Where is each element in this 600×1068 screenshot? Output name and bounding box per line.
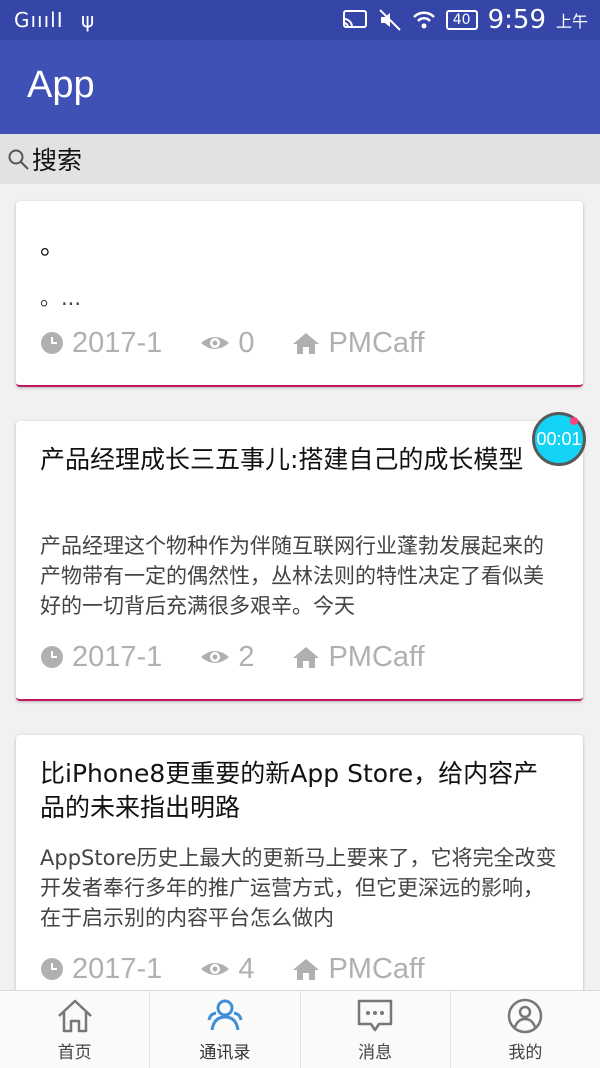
timer-indicator-dot (570, 417, 578, 425)
nav-label: 首页 (57, 1043, 92, 1063)
clock-icon (41, 958, 63, 980)
article-date: 2017-1 (72, 326, 163, 359)
article-card[interactable]: 产品经理成长三五事儿:搭建自己的成长模型 产品经理这个物种作为伴随互联网行业蓬勃… (16, 421, 583, 701)
nav-item-messages[interactable]: 消息 (299, 991, 450, 1068)
eye-icon (201, 963, 230, 975)
contacts-icon (207, 999, 243, 1031)
status-bar: GııılI ψ 40 9:59 上午 (0, 0, 600, 40)
eye-icon (201, 337, 230, 349)
article-meta: 2017-1 2 PMCaff (40, 637, 463, 677)
nav-item-contacts[interactable]: 通讯录 (149, 991, 299, 1068)
eye-icon (201, 651, 230, 663)
article-source: PMCaff (328, 952, 425, 985)
meta-source: PMCaff (292, 640, 425, 674)
nav-label: 我的 (508, 1043, 543, 1063)
usb-icon: ψ (80, 8, 96, 32)
meta-views: 2 (200, 641, 254, 674)
nav-label: 消息 (358, 1043, 393, 1063)
home-icon (293, 959, 320, 980)
nav-label: 通讯录 (199, 1043, 251, 1063)
search-bar[interactable]: 搜索 (0, 134, 600, 184)
message-icon (357, 999, 393, 1032)
home-icon (57, 999, 92, 1033)
wifi-icon (412, 11, 435, 29)
article-date: 2017-1 (72, 640, 163, 673)
cast-icon (342, 10, 367, 28)
status-right: 40 9:59 上午 (342, 4, 588, 36)
article-meta: 2017-1 0 PMCaff (40, 323, 463, 363)
bottom-navigation: 首页 通讯录 消息 我的 (0, 990, 600, 1068)
status-left: GııılI ψ (14, 8, 95, 32)
article-date: 2017-1 (72, 952, 163, 985)
clock: 9:59 (487, 5, 546, 35)
app-title: App (27, 64, 95, 106)
article-title: 比iPhone8更重要的新App Store，给内容产品的未来指出明路 (40, 759, 539, 822)
meta-views: 0 (200, 327, 254, 360)
meta-date: 2017-1 (40, 327, 162, 360)
clock-ampm: 上午 (555, 12, 588, 31)
meta-date: 2017-1 (40, 953, 162, 986)
meta-views: 4 (200, 953, 254, 986)
article-source: PMCaff (328, 326, 425, 359)
article-summary: 产品经理这个物种作为伴随互联网行业蓬勃发展起来的产物带有一定的偶然性，丛林法则的… (40, 534, 544, 618)
profile-icon (508, 998, 543, 1034)
timer-label: 00:01 (536, 428, 582, 449)
article-views: 4 (238, 952, 255, 985)
article-meta: 2017-1 4 PMCaff (40, 949, 463, 989)
meta-date: 2017-1 (40, 641, 162, 674)
article-source: PMCaff (328, 640, 425, 673)
search-icon (8, 149, 29, 170)
article-views: 0 (238, 326, 255, 359)
app-bar: App (0, 40, 600, 134)
nav-item-home[interactable]: 首页 (0, 991, 149, 1068)
home-icon (293, 333, 320, 354)
article-title: 产品经理成长三五事儿:搭建自己的成长模型 (40, 445, 524, 474)
home-icon (293, 647, 320, 668)
search-label: 搜索 (32, 146, 83, 175)
article-title: 。 (40, 231, 66, 260)
meta-source: PMCaff (292, 326, 425, 360)
mute-icon (379, 9, 401, 31)
nav-item-profile[interactable]: 我的 (449, 991, 600, 1068)
article-summary: AppStore历史上最大的更新马上要来了，它将完全改变开发者奉行多年的推广运营… (40, 846, 557, 930)
article-summary: 。... (40, 286, 82, 310)
battery-indicator: 40 (445, 10, 478, 30)
signal-indicator: GııılI (14, 8, 64, 32)
clock-icon (41, 646, 63, 668)
article-card[interactable]: 。 。... 2017-1 0 PMCaff (16, 201, 583, 387)
meta-source: PMCaff (292, 952, 425, 986)
clock-icon (41, 332, 63, 354)
article-views: 2 (238, 640, 255, 673)
floating-timer[interactable]: 00:01 (532, 412, 586, 466)
